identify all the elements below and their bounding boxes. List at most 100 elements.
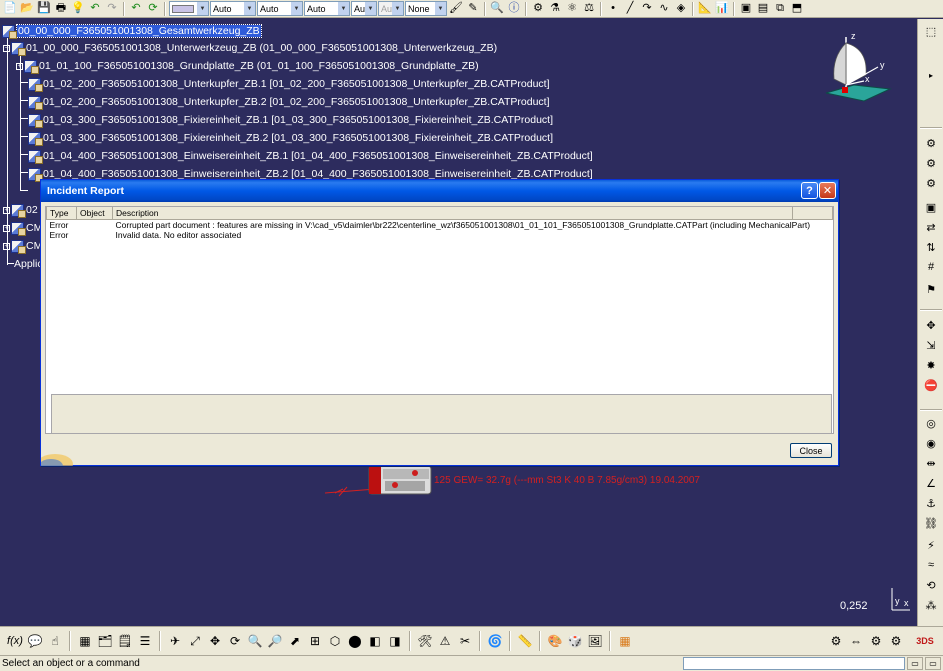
interference-icon[interactable]: ⚠ (436, 632, 454, 650)
tree-root-node[interactable]: 00_00_000_F365051001308_Gesamtwerkzeug_Z… (2, 23, 262, 39)
constraint-offset-icon[interactable]: ⇹ (922, 455, 940, 471)
rendering-combo[interactable]: Aut ▼ (378, 1, 404, 16)
tree-node-unterkupfer-1[interactable]: 01_02_200_F365051001308_Unterkupfer_ZB.1… (28, 76, 550, 92)
iso-view-icon[interactable]: ⬡ (326, 632, 344, 650)
fit-all-icon[interactable]: ⤢ (186, 632, 204, 650)
undo-icon[interactable]: ↶ (87, 1, 103, 16)
distance-icon[interactable]: ⇔ (847, 632, 865, 650)
connect-curve-icon[interactable]: ∿ (656, 1, 672, 16)
formula-icon[interactable]: ⚗ (547, 1, 563, 16)
layer-combo[interactable]: Aut ▼ (351, 1, 377, 16)
point-type-combo[interactable]: Auto ▼ (304, 1, 350, 16)
tree-node-unterwerkzeug[interactable]: − 01_00_000_F365051001308_Unterwerkzeug_… (3, 40, 497, 56)
rotate-icon[interactable]: ⟳ (226, 632, 244, 650)
paintbrush-icon[interactable]: 🖌 (448, 1, 464, 16)
new-product-icon[interactable]: ⚙ (922, 155, 940, 171)
column-header-object[interactable]: Object (76, 207, 113, 220)
render-icon[interactable]: 🎲 (566, 632, 584, 650)
expand-toggle[interactable]: + (3, 224, 10, 232)
format-painter-icon[interactable]: ✎ (465, 1, 481, 16)
close-button[interactable]: Close (790, 443, 832, 458)
constraint-contact-icon[interactable]: ◉ (922, 435, 940, 451)
open-folder-icon[interactable]: 📂 (19, 1, 35, 16)
change-constraint-icon[interactable]: ⟲ (922, 577, 940, 593)
stop-manipulate-icon[interactable]: ⛔ (922, 377, 940, 393)
tree-node-cm-1[interactable]: + CM (3, 220, 42, 236)
line-icon[interactable]: ╱ (622, 1, 638, 16)
dialog-titlebar[interactable]: Incident Report ? ✕ (41, 180, 838, 202)
assembly-new-component-icon[interactable]: ⚙ (922, 135, 940, 151)
existing-component-icon[interactable]: ▣ (922, 199, 940, 215)
command-history-button[interactable]: ▭ (907, 657, 923, 670)
close-window-button[interactable]: ✕ (819, 182, 836, 199)
style-combo[interactable]: None ▼ (405, 1, 447, 16)
measure-icon[interactable]: 📐 (697, 1, 713, 16)
new-document-icon[interactable]: 📄 (2, 1, 18, 16)
table-row[interactable]: Error Corrupted part document : features… (47, 219, 833, 230)
grid-icon[interactable]: ▦ (616, 632, 634, 650)
selective-load-icon[interactable]: ⚑ (922, 281, 940, 297)
formula-fx-icon[interactable]: f(x) (6, 632, 24, 650)
column-header-type[interactable]: Type (46, 207, 77, 220)
tree-node-fixiereinheit-1[interactable]: 01_03_300_F365051001308_Fixiereinheit_ZB… (28, 112, 553, 128)
redo-icon[interactable]: ↷ (104, 1, 120, 16)
new-part-icon[interactable]: ⚙ (922, 175, 940, 191)
properties-icon[interactable]: ☰ (136, 632, 154, 650)
shaft-icon[interactable]: ⧉ (772, 1, 788, 16)
graph-tree-reorder-icon[interactable]: ⇅ (922, 239, 940, 255)
flexible-subassembly-icon[interactable]: ≈ (922, 557, 940, 573)
fix-together-icon[interactable]: ⛓ (922, 515, 940, 531)
point-icon[interactable]: • (605, 1, 621, 16)
collapse-toggle[interactable]: − (3, 44, 10, 52)
tree-node-fixiereinheit-2[interactable]: 01_03_300_F365051001308_Fixiereinheit_ZB… (28, 130, 553, 146)
ruler-icon[interactable]: 📏 (516, 632, 534, 650)
sketch-icon[interactable]: ◈ (673, 1, 689, 16)
generate-numbering-icon[interactable]: # (922, 259, 940, 275)
tools-palette-icon[interactable]: 🛠 (416, 632, 434, 650)
shading-icon[interactable]: ⬤ (346, 632, 364, 650)
explode-icon[interactable]: ✸ (922, 357, 940, 373)
bill-of-material-icon[interactable]: 🗒 (116, 632, 134, 650)
pan-icon[interactable]: ✥ (206, 632, 224, 650)
expand-toggle[interactable]: + (3, 206, 10, 214)
snap-icon[interactable]: ⇲ (922, 337, 940, 353)
clash-icon[interactable]: ⚙ (827, 632, 845, 650)
power-input-field[interactable] (683, 657, 905, 670)
normal-view-icon[interactable]: ⬈ (286, 632, 304, 650)
measure-inertia-icon[interactable]: ⚙ (867, 632, 885, 650)
table-icon[interactable]: ▦ (76, 632, 94, 650)
fly-mode-icon[interactable]: ✈ (166, 632, 184, 650)
groove-icon[interactable]: ⬒ (789, 1, 805, 16)
zoom-out-icon[interactable]: 🔎 (266, 632, 284, 650)
zoom-in-icon[interactable]: 🔍 (246, 632, 264, 650)
pad-icon[interactable]: ▣ (738, 1, 754, 16)
tree-node-02[interactable]: + 02 (3, 202, 38, 218)
expand-toggle[interactable]: + (16, 62, 23, 70)
line-thickness-combo[interactable]: Auto ▼ (210, 1, 256, 16)
compass-icon[interactable]: z y x (818, 27, 898, 107)
analysis-icon[interactable]: 📊 (714, 1, 730, 16)
catalog-icon[interactable]: 🗂 (96, 632, 114, 650)
quick-constraint-icon[interactable]: ⚡ (922, 537, 940, 553)
comment-icon[interactable]: 💬 (26, 632, 44, 650)
law-icon[interactable]: ⚖ (581, 1, 597, 16)
multi-view-icon[interactable]: ⊞ (306, 632, 324, 650)
update-icon[interactable]: ⟳ (145, 1, 161, 16)
dmu-icon[interactable]: ⚙ (887, 632, 905, 650)
command-cancel-button[interactable]: ▭ (925, 657, 941, 670)
undo-green-icon[interactable]: ↶ (128, 1, 144, 16)
tree-node-grundplatte[interactable]: + 01_01_100_F365051001308_Grundplatte_ZB… (16, 58, 479, 74)
scroll-up-icon[interactable]: ▸ (922, 67, 940, 83)
help-button[interactable]: ? (801, 182, 818, 199)
info-icon[interactable]: ⓘ (506, 1, 522, 16)
curve-icon[interactable]: ↷ (639, 1, 655, 16)
save-icon[interactable]: 💾 (36, 1, 52, 16)
tree-node-unterkupfer-2[interactable]: 01_02_200_F365051001308_Unterkupfer_ZB.2… (28, 94, 550, 110)
expand-toggle[interactable]: + (3, 242, 10, 250)
swap-visible-space-icon[interactable]: ◨ (386, 632, 404, 650)
table-row[interactable]: Error Invalid data. No editor associated (47, 230, 833, 241)
tree-node-einweisereinheit-1[interactable]: 01_04_400_F365051001308_Einweisereinheit… (28, 148, 593, 164)
replace-component-icon[interactable]: ⇄ (922, 219, 940, 235)
color-combo[interactable]: ▼ (169, 1, 209, 16)
section-icon[interactable]: ✂ (456, 632, 474, 650)
